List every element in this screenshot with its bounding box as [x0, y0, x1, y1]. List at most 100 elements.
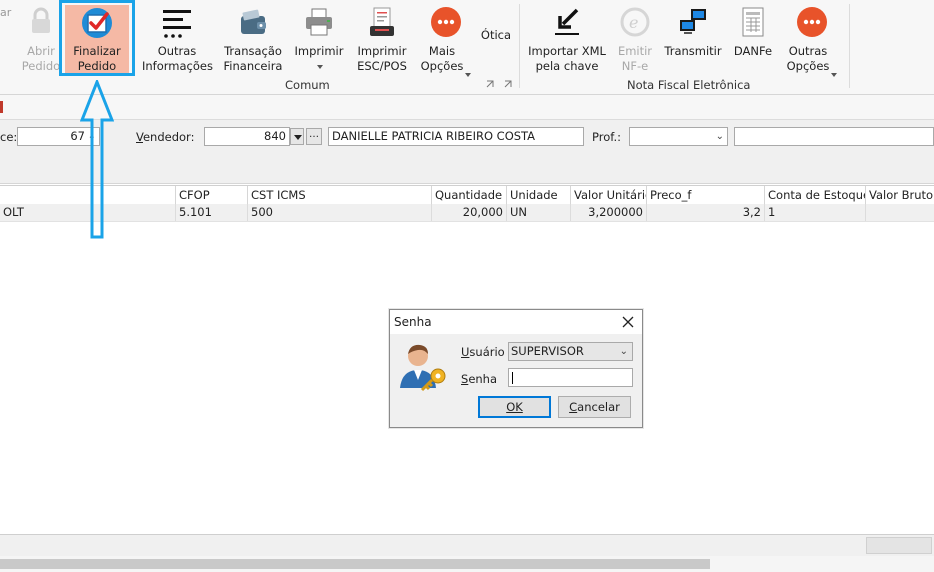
cell-conta-estoque: 1 — [765, 204, 866, 221]
cell-quantidade: 20,000 — [432, 204, 507, 221]
chevron-down-icon: ⌄ — [619, 346, 628, 357]
import-arrow-icon — [555, 8, 579, 35]
emitir-nfe-button[interactable]: e Emitir NF-e — [612, 4, 658, 80]
field-label-fragment: ce: — [0, 130, 18, 144]
column-header-valor-unitario[interactable]: Valor Unitário — [571, 186, 647, 204]
svg-text:e: e — [629, 13, 638, 32]
imprimir-esc-pos-button[interactable]: Imprimir ESC/POS — [354, 4, 410, 80]
more-options-icon — [797, 7, 827, 37]
network-computers-icon — [680, 9, 706, 34]
footer-field — [866, 537, 932, 554]
usuario-label: Usuário — [461, 345, 505, 359]
importar-xml-button[interactable]: Importar XML pela chave — [526, 4, 608, 80]
lock-icon — [32, 7, 50, 33]
abrir-pedido-label: Abrir Pedido — [21, 44, 61, 73]
cell-preco-f: 3,2 — [647, 204, 765, 221]
group-comum-label: Comum — [285, 78, 330, 92]
transacao-financeira-button[interactable]: Transação Financeira — [222, 4, 284, 80]
cell-valor-bruto — [866, 204, 934, 221]
cell-valor-unitario: 3,200000 — [571, 204, 647, 221]
document-tab-strip — [0, 95, 934, 120]
table-row[interactable]: OLT 5.101 500 20,000 UN 3,200000 3,2 1 — [0, 204, 934, 222]
dialog-titlebar: Senha — [390, 310, 642, 334]
dialog-launcher-icon[interactable] — [504, 80, 512, 88]
senha-dialog: Senha Usuário SUPERVISOR ⌄ Senha OK Canc… — [389, 309, 643, 428]
chevron-down-icon — [317, 64, 323, 69]
dialog-title: Senha — [394, 315, 432, 329]
grid-header: CFOP CST ICMS Quantidade Unidade Valor U… — [0, 185, 934, 205]
dropdown-arrow-icon — [294, 135, 302, 140]
usuario-select[interactable]: SUPERVISOR ⌄ — [508, 342, 633, 361]
column-header-cst-icms[interactable]: CST ICMS — [248, 186, 432, 204]
toolbar-spacer — [0, 155, 934, 184]
vendedor-name-input[interactable]: DANIELLE PATRICIA RIBEIRO COSTA — [328, 127, 584, 146]
dialog-launcher-icon[interactable] — [486, 80, 494, 88]
column-header-conta-estoque[interactable]: Conta de Estoque — [765, 186, 866, 204]
otica-label: Ótica — [480, 28, 512, 42]
vendedor-label: Vendedor: — [136, 130, 195, 144]
outras-informacoes-button[interactable]: Outras Informações — [142, 4, 213, 80]
wallet-icon — [241, 9, 266, 34]
chevron-down-icon — [831, 72, 838, 77]
group-separator — [519, 4, 520, 88]
group-separator — [849, 4, 850, 88]
chevron-down-icon: ⌄ — [715, 131, 724, 142]
column-header-preco-f[interactable]: Preco_f — [647, 186, 765, 204]
vendedor-dropdown-button[interactable] — [290, 128, 304, 145]
abrir-pedido-button[interactable]: Abrir Pedido — [18, 4, 64, 80]
chevron-down-icon — [465, 72, 472, 77]
transacao-financeira-label: Transação Financeira — [223, 44, 283, 73]
receipt-printer-icon — [370, 7, 394, 36]
senha-label: Senha — [461, 372, 498, 386]
close-icon[interactable] — [622, 316, 634, 328]
text-lines-icon — [163, 10, 191, 38]
ribbon: ar Abrir Pedido Finalizar Pedido Outras … — [0, 0, 934, 95]
ellipsis-icon: … — [309, 129, 319, 140]
outras-opcoes-button[interactable]: Outras Opções — [784, 4, 840, 80]
header-fields: ce: 67 ⌄ Vendedor: 840 … DANIELLE PATRIC… — [0, 120, 934, 155]
tab-marker — [0, 101, 3, 113]
imprimir-esc-pos-label: Imprimir ESC/POS — [357, 44, 407, 73]
outras-opcoes-label: Outras Opções — [784, 44, 840, 77]
column-header-unidade[interactable]: Unidade — [507, 186, 571, 204]
vendedor-search-button[interactable]: … — [306, 128, 322, 145]
danfe-label: DANFe — [733, 44, 773, 58]
cell-cst-icms: 500 — [248, 204, 432, 221]
prof-label: Prof.: — [592, 130, 621, 144]
more-options-icon — [431, 7, 461, 37]
ribbon-fragment-label: ar — [0, 6, 12, 19]
up-arrow-annotation — [80, 80, 114, 239]
highlight-box — [59, 0, 135, 76]
cancelar-button[interactable]: Cancelar — [558, 396, 631, 418]
printer-icon — [306, 8, 332, 36]
transmitir-button[interactable]: Transmitir — [664, 4, 722, 80]
mais-opcoes-button[interactable]: Mais Opções — [418, 4, 474, 80]
imprimir-button[interactable]: Imprimir — [292, 4, 346, 80]
horizontal-scrollbar[interactable] — [0, 556, 934, 572]
imprimir-label: Imprimir — [292, 44, 346, 74]
cell-unidade: UN — [507, 204, 571, 221]
mais-opcoes-label: Mais Opções — [418, 44, 474, 77]
group-nfe-label: Nota Fiscal Eletrônica — [627, 78, 751, 92]
nfe-logo-icon: e — [620, 7, 650, 37]
danfe-button[interactable]: DANFe — [730, 4, 776, 80]
text-cursor — [512, 372, 513, 384]
prof-combo[interactable]: ⌄ — [629, 127, 728, 146]
ok-button[interactable]: OK — [478, 396, 551, 418]
importar-xml-label: Importar XML pela chave — [528, 44, 606, 73]
cell-cfop: 5.101 — [176, 204, 248, 221]
scrollbar-thumb[interactable] — [0, 559, 710, 569]
column-header-valor-bruto[interactable]: Valor Bruto — [866, 186, 934, 204]
spreadsheet-document-icon — [742, 7, 764, 37]
emitir-nfe-label: Emitir NF-e — [617, 44, 653, 73]
senha-input[interactable] — [508, 368, 633, 387]
otica-button[interactable]: Ótica — [478, 28, 514, 58]
outras-informacoes-label: Outras Informações — [142, 44, 213, 73]
column-header-quantidade[interactable]: Quantidade — [432, 186, 507, 204]
prof-name-input[interactable] — [734, 127, 934, 146]
vendedor-code-input[interactable]: 840 — [204, 127, 290, 146]
footer-bar — [0, 534, 934, 557]
column-header-cfop[interactable]: CFOP — [176, 186, 248, 204]
transmitir-label: Transmitir — [664, 44, 722, 58]
user-key-icon — [400, 344, 446, 392]
